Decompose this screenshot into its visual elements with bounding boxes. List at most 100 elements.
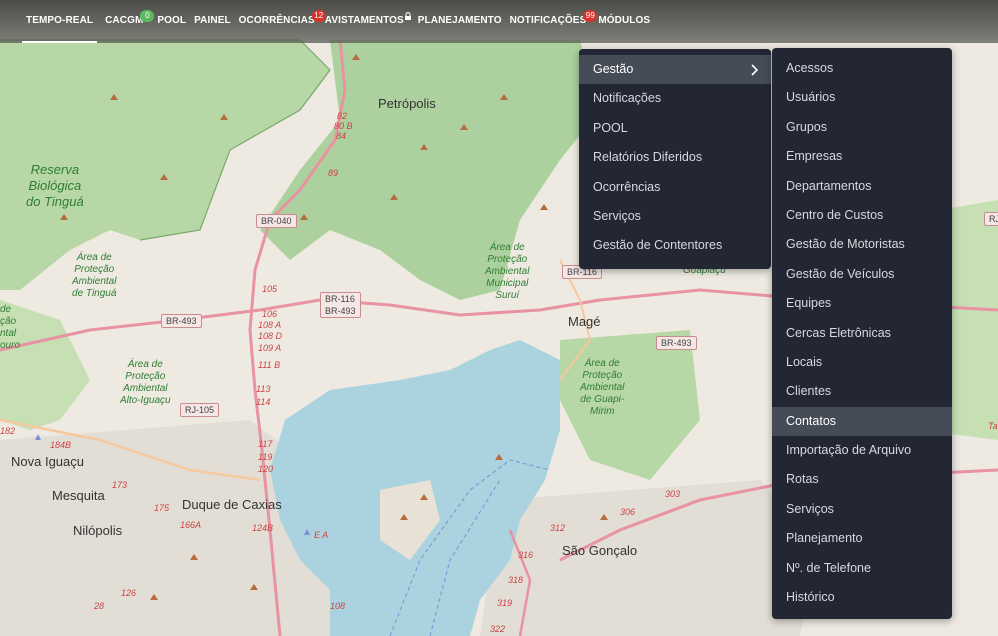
city-label: Mesquita bbox=[52, 488, 105, 503]
menu-item-label: Rotas bbox=[786, 472, 819, 487]
park-label: Área de Proteção Ambiental Municipal Sur… bbox=[485, 242, 530, 301]
menu-item-label: Notificações bbox=[593, 91, 662, 106]
submenu-item-planejamento[interactable]: Planejamento bbox=[772, 524, 952, 553]
km-marker: 322 bbox=[490, 624, 506, 634]
menu-item-label: Locais bbox=[786, 354, 823, 369]
menu-item-pool[interactable]: POOL bbox=[579, 114, 771, 143]
nav-painel[interactable]: PAINEL bbox=[190, 0, 235, 43]
submenu-item-grupos[interactable]: Grupos bbox=[772, 113, 952, 142]
submenu-item-rotas[interactable]: Rotas bbox=[772, 465, 952, 494]
submenu-item-servicos[interactable]: Serviços bbox=[772, 495, 952, 524]
submenu-item-clientes[interactable]: Clientes bbox=[772, 377, 952, 406]
nav-ocorrencias[interactable]: OCORRÊNCIAS 12 bbox=[235, 0, 326, 43]
nav-modulos[interactable]: MÓDULOS bbox=[594, 0, 654, 43]
nav-planejamento[interactable]: PLANEJAMENTO bbox=[414, 0, 506, 43]
submenu-item-acessos[interactable]: Acessos bbox=[772, 54, 952, 83]
km-marker: 316 bbox=[518, 550, 534, 560]
submenu-item-numero-de-telefone[interactable]: Nº. de Telefone bbox=[772, 554, 952, 583]
nav-label: MÓDULOS bbox=[598, 15, 651, 26]
menu-item-label: Planejamento bbox=[786, 531, 863, 546]
km-marker: Ta bbox=[988, 421, 998, 431]
menu-item-label: Usuários bbox=[786, 90, 836, 105]
menu-item-label: Gestão de Motoristas bbox=[786, 237, 905, 252]
submenu-item-importacao-de-arquivo[interactable]: Importação de Arquivo bbox=[772, 436, 952, 465]
top-navbar: TEMPO-REAL CACGM 0 POOL PAINEL OCORRÊNCI… bbox=[0, 0, 998, 43]
city-label: São Gonçalo bbox=[562, 543, 638, 558]
km-marker: 303 bbox=[665, 489, 681, 499]
km-marker: 166A bbox=[180, 520, 202, 530]
km-marker: 89 bbox=[328, 168, 339, 178]
road-shield: RJ-105 bbox=[180, 403, 220, 417]
park-label: Reserva Biológica do Tinguá bbox=[26, 162, 84, 209]
km-marker: 124B bbox=[252, 523, 274, 533]
gestao-submenu: Acessos Usuários Grupos Empresas Departa… bbox=[772, 48, 952, 619]
menu-item-gestao-de-contentores[interactable]: Gestão de Contentores bbox=[579, 231, 771, 260]
menu-item-label: Gestão de Contentores bbox=[593, 238, 723, 253]
menu-item-label: Ocorrências bbox=[593, 179, 661, 194]
km-marker: 318 bbox=[508, 575, 524, 585]
park-label: Área de Proteção Ambiental Alto-Iguaçu bbox=[120, 359, 171, 406]
menu-item-label: Nº. de Telefone bbox=[786, 560, 871, 575]
nav-pool[interactable]: POOL bbox=[153, 0, 190, 43]
km-marker: 108 D bbox=[258, 331, 283, 341]
submenu-item-departamentos[interactable]: Departamentos bbox=[772, 172, 952, 201]
road-shield: BR-493 bbox=[656, 336, 697, 350]
km-marker: 173 bbox=[112, 480, 128, 490]
km-marker: 114 bbox=[256, 397, 271, 407]
nav-label: NOTIFICAÇÕES bbox=[509, 15, 587, 26]
submenu-item-historico[interactable]: Histórico bbox=[772, 583, 952, 612]
nav-cacgm[interactable]: CACGM 0 bbox=[101, 0, 155, 43]
submenu-item-empresas[interactable]: Empresas bbox=[772, 142, 952, 171]
km-marker: 108 bbox=[330, 601, 346, 611]
menu-item-label: Clientes bbox=[786, 384, 832, 399]
km-marker: 184B bbox=[50, 440, 72, 450]
km-marker: 113 bbox=[256, 384, 271, 394]
menu-item-ocorrencias[interactable]: Ocorrências bbox=[579, 173, 771, 202]
menu-item-relatorios-diferidos[interactable]: Relatórios Diferidos bbox=[579, 143, 771, 172]
city-label: Petrópolis bbox=[378, 96, 436, 111]
menu-item-label: Contatos bbox=[786, 413, 837, 428]
km-marker: 182 bbox=[0, 426, 16, 436]
nav-label: PLANEJAMENTO bbox=[417, 15, 502, 26]
nav-label: CACGM bbox=[105, 15, 144, 26]
submenu-item-cercas-eletronicas[interactable]: Cercas Eletrônicas bbox=[772, 319, 952, 348]
city-label: Nova Iguaçu bbox=[11, 454, 84, 469]
road-shield: BR-040 bbox=[256, 214, 297, 228]
nav-avistamentos[interactable]: AVISTAMENTOS bbox=[321, 0, 411, 43]
submenu-item-equipes[interactable]: Equipes bbox=[772, 289, 952, 318]
nav-label: OCORRÊNCIAS bbox=[238, 15, 315, 26]
km-marker: 80 B bbox=[334, 121, 353, 131]
km-marker: 84 bbox=[336, 131, 347, 141]
submenu-item-locais[interactable]: Locais bbox=[772, 348, 952, 377]
km-marker: E A bbox=[314, 530, 329, 540]
submenu-item-gestao-de-motoristas[interactable]: Gestão de Motoristas bbox=[772, 230, 952, 259]
menu-item-label: Gestão bbox=[593, 62, 634, 76]
submenu-item-usuarios[interactable]: Usuários bbox=[772, 83, 952, 112]
km-marker: 126 bbox=[121, 588, 137, 598]
menu-item-gestao[interactable]: Gestão bbox=[579, 55, 771, 85]
menu-item-label: Equipes bbox=[786, 296, 832, 311]
city-label: Nilópolis bbox=[73, 523, 123, 538]
park-label: Área de Proteção Ambiental de Guapi- Mir… bbox=[580, 358, 625, 417]
submenu-item-gestao-de-veiculos[interactable]: Gestão de Veículos bbox=[772, 260, 952, 289]
nav-tempo-real[interactable]: TEMPO-REAL bbox=[22, 0, 98, 43]
menu-item-label: Histórico bbox=[786, 590, 835, 605]
km-marker: 319 bbox=[497, 598, 513, 608]
road-shield: BR-493 bbox=[161, 314, 202, 328]
cacgm-badge: 0 bbox=[140, 10, 155, 22]
submenu-item-centro-de-custos[interactable]: Centro de Custos bbox=[772, 201, 952, 230]
nav-notificacoes[interactable]: NOTIFICAÇÕES 99 bbox=[506, 0, 598, 43]
menu-item-servicos[interactable]: Serviços bbox=[579, 202, 771, 231]
menu-item-label: Empresas bbox=[786, 149, 843, 164]
menu-item-label: Gestão de Veículos bbox=[786, 266, 895, 281]
menu-item-label: POOL bbox=[593, 120, 628, 135]
road-shield: BR-116 BR-493 bbox=[320, 292, 361, 318]
nav-label: POOL bbox=[157, 15, 187, 26]
menu-item-notificacoes[interactable]: Notificações bbox=[579, 84, 771, 113]
km-marker: 108 A bbox=[258, 320, 282, 330]
km-marker: 312 bbox=[550, 523, 566, 533]
km-marker: 111 B bbox=[258, 360, 281, 370]
road-shield: RJ bbox=[984, 212, 998, 226]
km-marker: 105 bbox=[262, 284, 278, 294]
submenu-item-contatos[interactable]: Contatos bbox=[772, 406, 952, 437]
